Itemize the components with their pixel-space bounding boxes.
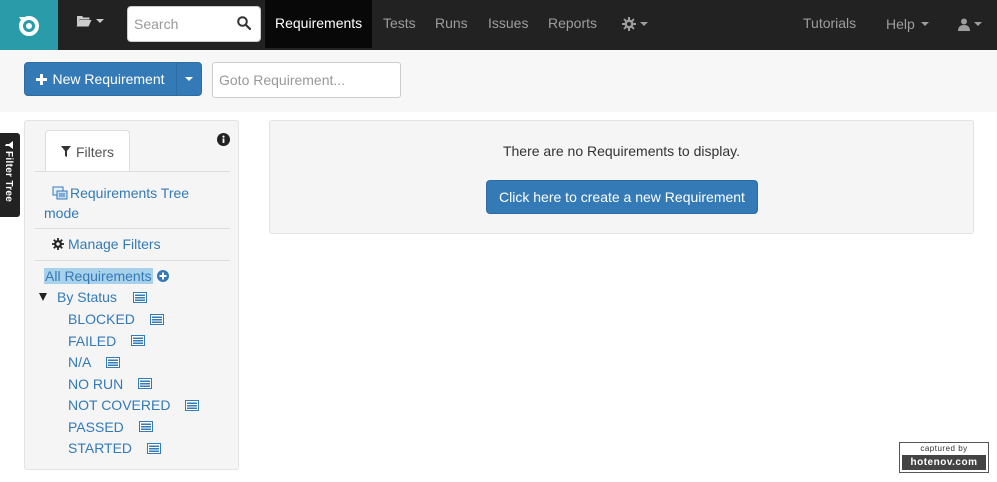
plus-circle-icon[interactable] [156, 270, 169, 282]
by-status-label[interactable]: By Status [57, 289, 117, 305]
tab-divider [35, 171, 230, 172]
new-requirement-label: New Requirement [52, 71, 165, 87]
watermark-top: captured by [920, 444, 968, 453]
tab-filters-label: Filters [75, 143, 115, 160]
manage-filters-label: Manage Filters [68, 236, 161, 252]
list-icon[interactable] [147, 442, 162, 454]
chevron-down-icon [185, 77, 193, 81]
goto-requirement-input[interactable] [212, 62, 401, 98]
create-requirement-button[interactable]: Click here to create a new Requirement [486, 180, 758, 214]
filter-tree-label: Filter Tree [3, 141, 14, 202]
folder-menu[interactable] [76, 14, 104, 27]
watermark-badge: captured by hotenov.com [899, 442, 989, 473]
filter-panel: Filters Requirements Tree mode Manage Fi… [24, 120, 239, 470]
new-requirement-dropdown-toggle[interactable] [176, 62, 202, 96]
info-icon[interactable] [217, 133, 230, 146]
status-filter-item[interactable]: PASSED [68, 419, 153, 435]
list-icon[interactable] [106, 356, 121, 368]
settings-menu[interactable] [622, 0, 648, 48]
nav-tutorials[interactable]: Tutorials [803, 0, 856, 48]
status-filter-label[interactable]: NOT COVERED [68, 397, 170, 413]
by-status-node[interactable]: By Status [39, 289, 147, 305]
list-icon[interactable] [138, 378, 153, 389]
user-menu[interactable] [958, 0, 982, 48]
chevron-down-icon [920, 22, 929, 26]
status-filter-label[interactable]: STARTED [68, 440, 132, 456]
search-icon[interactable] [237, 16, 251, 30]
nav-requirements[interactable]: Requirements [265, 0, 373, 48]
nav-tests[interactable]: Tests [383, 0, 416, 48]
all-requirements-label[interactable]: All Requirements [44, 268, 153, 284]
nav-issues[interactable]: Issues [488, 0, 528, 48]
help-menu[interactable]: Help [886, 0, 929, 48]
list-icon[interactable] [132, 291, 147, 303]
top-navbar: Requirements Tests Runs Issues Reports T… [0, 0, 997, 50]
requirements-tree-mode-link[interactable]: Requirements Tree mode [44, 183, 214, 223]
app-logo[interactable] [0, 0, 58, 50]
nav-reports[interactable]: Reports [548, 0, 597, 48]
search-field[interactable] [127, 6, 261, 42]
filter-icon [60, 146, 71, 157]
tab-filters[interactable]: Filters [45, 130, 130, 172]
action-toolbar: New Requirement [0, 50, 997, 112]
gear-icon [622, 17, 636, 31]
refresh-logo-icon [19, 16, 39, 36]
gear-icon [52, 238, 64, 250]
status-filter-item[interactable]: BLOCKED [68, 311, 164, 327]
status-filter-label[interactable]: N/A [68, 354, 91, 370]
nav-runs[interactable]: Runs [435, 0, 468, 48]
status-filter-label[interactable]: PASSED [68, 419, 124, 435]
status-filter-item[interactable]: N/A [68, 354, 121, 370]
status-filter-item[interactable]: NO RUN [68, 376, 153, 392]
folder-open-icon [76, 16, 92, 27]
tree-mode-icon [52, 186, 68, 200]
manage-filters-link[interactable]: Manage Filters [52, 236, 161, 252]
watermark-bottom: hotenov.com [902, 455, 986, 470]
chevron-down-icon [96, 18, 104, 23]
chevron-down-icon [974, 22, 982, 26]
status-filter-label[interactable]: FAILED [68, 333, 116, 349]
filter-icon [4, 141, 13, 149]
plus-icon [36, 73, 48, 85]
list-icon[interactable] [131, 335, 146, 346]
status-filter-label[interactable]: BLOCKED [68, 311, 135, 327]
user-icon [958, 18, 970, 31]
divider [35, 260, 230, 261]
list-icon[interactable] [138, 421, 153, 432]
list-icon[interactable] [185, 399, 200, 411]
empty-message: There are no Requirements to display. [502, 143, 741, 159]
status-filter-label[interactable]: NO RUN [68, 376, 123, 392]
requirements-empty-state: There are no Requirements to display. Cl… [269, 120, 974, 234]
expanded-triangle-icon[interactable] [39, 293, 47, 301]
chevron-down-icon [640, 22, 648, 26]
filter-tree-text: Filter Tree [3, 151, 14, 203]
filter-tree-toggle[interactable]: Filter Tree [0, 133, 20, 217]
list-icon[interactable] [149, 313, 164, 325]
status-filter-item[interactable]: FAILED [68, 333, 146, 349]
search-input[interactable] [128, 7, 228, 41]
new-requirement-button[interactable]: New Requirement [24, 62, 177, 96]
divider [35, 228, 230, 229]
status-filter-item[interactable]: STARTED [68, 440, 162, 456]
status-filter-item[interactable]: NOT COVERED [68, 397, 200, 413]
all-requirements-node[interactable]: All Requirements [44, 268, 169, 284]
help-label: Help [886, 15, 915, 32]
